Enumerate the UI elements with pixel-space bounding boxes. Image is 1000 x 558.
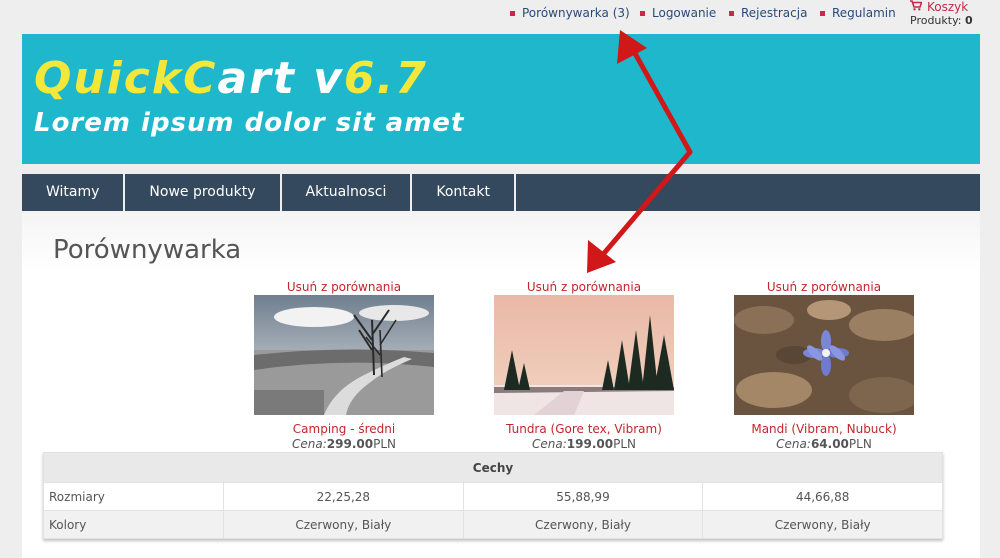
bullet-icon (510, 10, 515, 16)
table-row: Rozmiary 22,25,28 55,88,99 44,66,88 (43, 482, 943, 511)
table-header-row: Cechy (43, 452, 943, 483)
product-name-link[interactable]: Camping - średni (224, 421, 464, 437)
rules-link[interactable]: Regulamin (820, 6, 896, 20)
table-row: Kolory Czerwony, Biały Czerwony, Biały C… (43, 510, 943, 539)
table-cell: 22,25,28 (223, 482, 464, 511)
product-price: Cena:199.00PLN (532, 437, 636, 451)
logo-quick: Quick (34, 53, 184, 104)
page-title: Porównywarka (53, 235, 242, 265)
table-header-features: Cechy (43, 452, 943, 483)
shopping-cart-icon (910, 0, 923, 14)
logo-art-v: art v (217, 53, 344, 104)
product-price: Cena:64.00PLN (776, 437, 872, 451)
compare-product-card: Usuń z porównania Tundra (Gore tex, Vibr… (464, 279, 704, 451)
rules-link-label: Regulamin (832, 6, 896, 20)
table-cell: 55,88,99 (462, 482, 704, 511)
product-price: Cena:299.00PLN (292, 437, 396, 451)
logo-version: 6.7 (343, 53, 428, 104)
top-links-bar: Porównywarka (3) Logowanie Rejestracja R… (0, 0, 1000, 34)
winter-forest-image[interactable] (494, 295, 674, 415)
table-cell: Czerwony, Biały (702, 510, 943, 539)
compare-link-label: Porównywarka (3) (522, 6, 630, 20)
logo-c: C (183, 53, 218, 104)
nav-item-kontakt[interactable]: Kontakt (412, 174, 516, 211)
login-link[interactable]: Logowanie (640, 6, 716, 20)
cart-products-label: Produkty: (910, 14, 962, 27)
compare-product-card: Usuń z porównania Mandi (Vibram, Nubuck)… (704, 279, 944, 451)
table-cell: Czerwony, Biały (223, 510, 464, 539)
logo-subtitle: Lorem ipsum dolor sit amet (34, 108, 465, 138)
bullet-icon (729, 10, 734, 16)
register-link[interactable]: Rejestracja (729, 6, 807, 20)
remove-from-compare-link[interactable]: Usuń z porównania (464, 279, 704, 295)
blue-flower-image[interactable] (734, 295, 914, 415)
bullet-icon (820, 10, 825, 16)
product-name-link[interactable]: Mandi (Vibram, Nubuck) (704, 421, 944, 437)
bullet-icon (640, 10, 645, 16)
table-cell: 44,66,88 (702, 482, 943, 511)
header-banner: QuickCart v6.7 Lorem ipsum dolor sit ame… (22, 34, 980, 164)
register-link-label: Rejestracja (741, 6, 808, 20)
cart-label: Koszyk (927, 0, 969, 14)
comparison-table: Cechy Rozmiary 22,25,28 55,88,99 44,66,8… (43, 452, 943, 539)
nav-item-nowe-produkty[interactable]: Nowe produkty (125, 174, 282, 211)
product-name-link[interactable]: Tundra (Gore tex, Vibram) (464, 421, 704, 437)
compare-product-card: Usuń z porównania Camping - średni Cena:… (224, 279, 464, 451)
remove-from-compare-link[interactable]: Usuń z porównania (224, 279, 464, 295)
compare-link[interactable]: Porównywarka (3) (510, 6, 630, 20)
main-content: Porównywarka Usuń z porównania Camping -… (22, 211, 980, 558)
nav-item-aktualnosci[interactable]: Aktualnosci (282, 174, 413, 211)
row-label: Rozmiary (43, 482, 224, 511)
site-logo[interactable]: QuickCart v6.7 Lorem ipsum dolor sit ame… (34, 53, 465, 139)
remove-from-compare-link[interactable]: Usuń z porównania (704, 279, 944, 295)
login-link-label: Logowanie (652, 6, 717, 20)
landscape-path-trees-image[interactable] (254, 295, 434, 415)
table-cell: Czerwony, Biały (462, 510, 704, 539)
cart-widget[interactable]: Koszyk Produkty: 0 (910, 0, 973, 28)
main-nav: Witamy Nowe produkty Aktualnosci Kontakt (22, 174, 980, 211)
cart-products-count: 0 (965, 14, 973, 27)
nav-item-witamy[interactable]: Witamy (22, 174, 126, 211)
row-label: Kolory (43, 510, 224, 539)
